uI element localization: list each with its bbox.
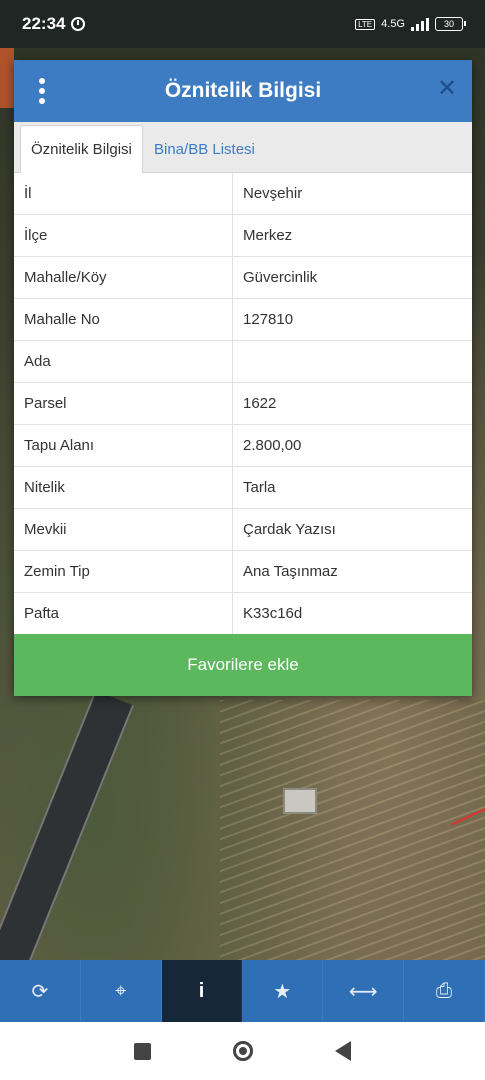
attribute-value: Ana Taşınmaz xyxy=(232,550,472,593)
table-row: Ada xyxy=(14,340,472,383)
home-icon[interactable] xyxy=(233,1041,253,1061)
more-vert-icon[interactable] xyxy=(36,78,48,104)
recents-icon[interactable] xyxy=(134,1042,151,1060)
status-time: 22:34 xyxy=(22,14,66,33)
attribute-value: Nevşehir xyxy=(232,173,472,215)
volte-badge: LTE xyxy=(355,18,376,30)
attribute-key: Pafta xyxy=(14,592,233,635)
print-icon[interactable]: ⎙ xyxy=(404,960,485,1022)
table-row: Mahalle No 127810 xyxy=(14,298,472,341)
battery-icon: 30 xyxy=(435,17,466,31)
add-favorite-button[interactable]: Favorilere ekle xyxy=(14,634,472,696)
map-parcel-highlight xyxy=(0,48,14,108)
table-row: Nitelik Tarla xyxy=(14,466,472,509)
network-type: 4.5G xyxy=(381,18,405,30)
table-row: Mahalle/Köy Güvercinlik xyxy=(14,256,472,299)
attribute-value xyxy=(232,340,472,383)
attribute-value: Tarla xyxy=(232,466,472,509)
attribute-value: 127810 xyxy=(232,298,472,341)
map-field-texture xyxy=(220,700,485,960)
map-road xyxy=(0,690,134,960)
info-icon[interactable]: i xyxy=(161,960,243,1022)
attribute-key: Parsel xyxy=(14,382,233,425)
attribute-value: 1622 xyxy=(232,382,472,425)
star-icon[interactable]: ★ xyxy=(242,960,324,1022)
dialog-title: Öznitelik Bilgisi xyxy=(164,79,322,102)
alarm-icon xyxy=(71,17,86,31)
table-row: İl Nevşehir xyxy=(14,173,472,215)
attribute-value: Çardak Yazısı xyxy=(232,508,472,551)
attribute-value: 2.800,00 xyxy=(232,424,472,467)
table-row: Tapu Alanı 2.800,00 xyxy=(14,424,472,467)
attribute-key: Zemin Tip xyxy=(14,550,233,593)
table-row: Parsel 1622 xyxy=(14,382,472,425)
android-nav-bar xyxy=(0,1022,485,1080)
refresh-icon[interactable]: ⟳ xyxy=(0,960,81,1022)
signal-icon xyxy=(411,17,429,31)
close-icon[interactable]: ✕ xyxy=(436,77,458,101)
attribute-key: Mahalle No xyxy=(14,298,233,341)
attribute-key: Nitelik xyxy=(14,466,233,509)
attribute-table: İl Nevşehir İlçe Merkez Mahalle/Köy Güvercinl… xyxy=(14,173,472,635)
attribute-value: K33c16d xyxy=(232,592,472,635)
map-toolbar: ⟳ ⌖ i ★ ⟷ ⎙ xyxy=(0,960,485,1022)
table-row: Zemin Tip Ana Taşınmaz xyxy=(14,550,472,593)
tab-building-list[interactable]: Bina/BB Listesi xyxy=(144,125,265,173)
dialog-header: Öznitelik Bilgisi ✕ xyxy=(14,60,472,122)
attribute-key: Mahalle/Köy xyxy=(14,256,233,299)
attribute-key: Ada xyxy=(14,340,233,383)
attribute-dialog: Öznitelik Bilgisi ✕ Öznitelik Bilgisi Bi… xyxy=(14,60,472,696)
tab-attribute-info[interactable]: Öznitelik Bilgisi xyxy=(20,125,143,173)
map-building xyxy=(285,790,315,812)
locate-icon[interactable]: ⌖ xyxy=(81,960,162,1022)
back-icon[interactable] xyxy=(335,1041,351,1061)
attribute-key: Tapu Alanı xyxy=(14,424,233,467)
attribute-value: Merkez xyxy=(232,214,472,257)
attribute-key: İl xyxy=(14,173,233,215)
attribute-key: Mevkii xyxy=(14,508,233,551)
attribute-key: İlçe xyxy=(14,214,233,257)
table-row: Pafta K33c16d xyxy=(14,592,472,635)
table-row: İlçe Merkez xyxy=(14,214,472,257)
table-row: Mevkii Çardak Yazısı xyxy=(14,508,472,551)
attribute-value: Güvercinlik xyxy=(232,256,472,299)
tab-bar: Öznitelik Bilgisi Bina/BB Listesi xyxy=(14,122,472,173)
status-bar: 22:34 LTE 4.5G 30 xyxy=(0,0,485,48)
measure-icon[interactable]: ⟷ xyxy=(323,960,405,1022)
